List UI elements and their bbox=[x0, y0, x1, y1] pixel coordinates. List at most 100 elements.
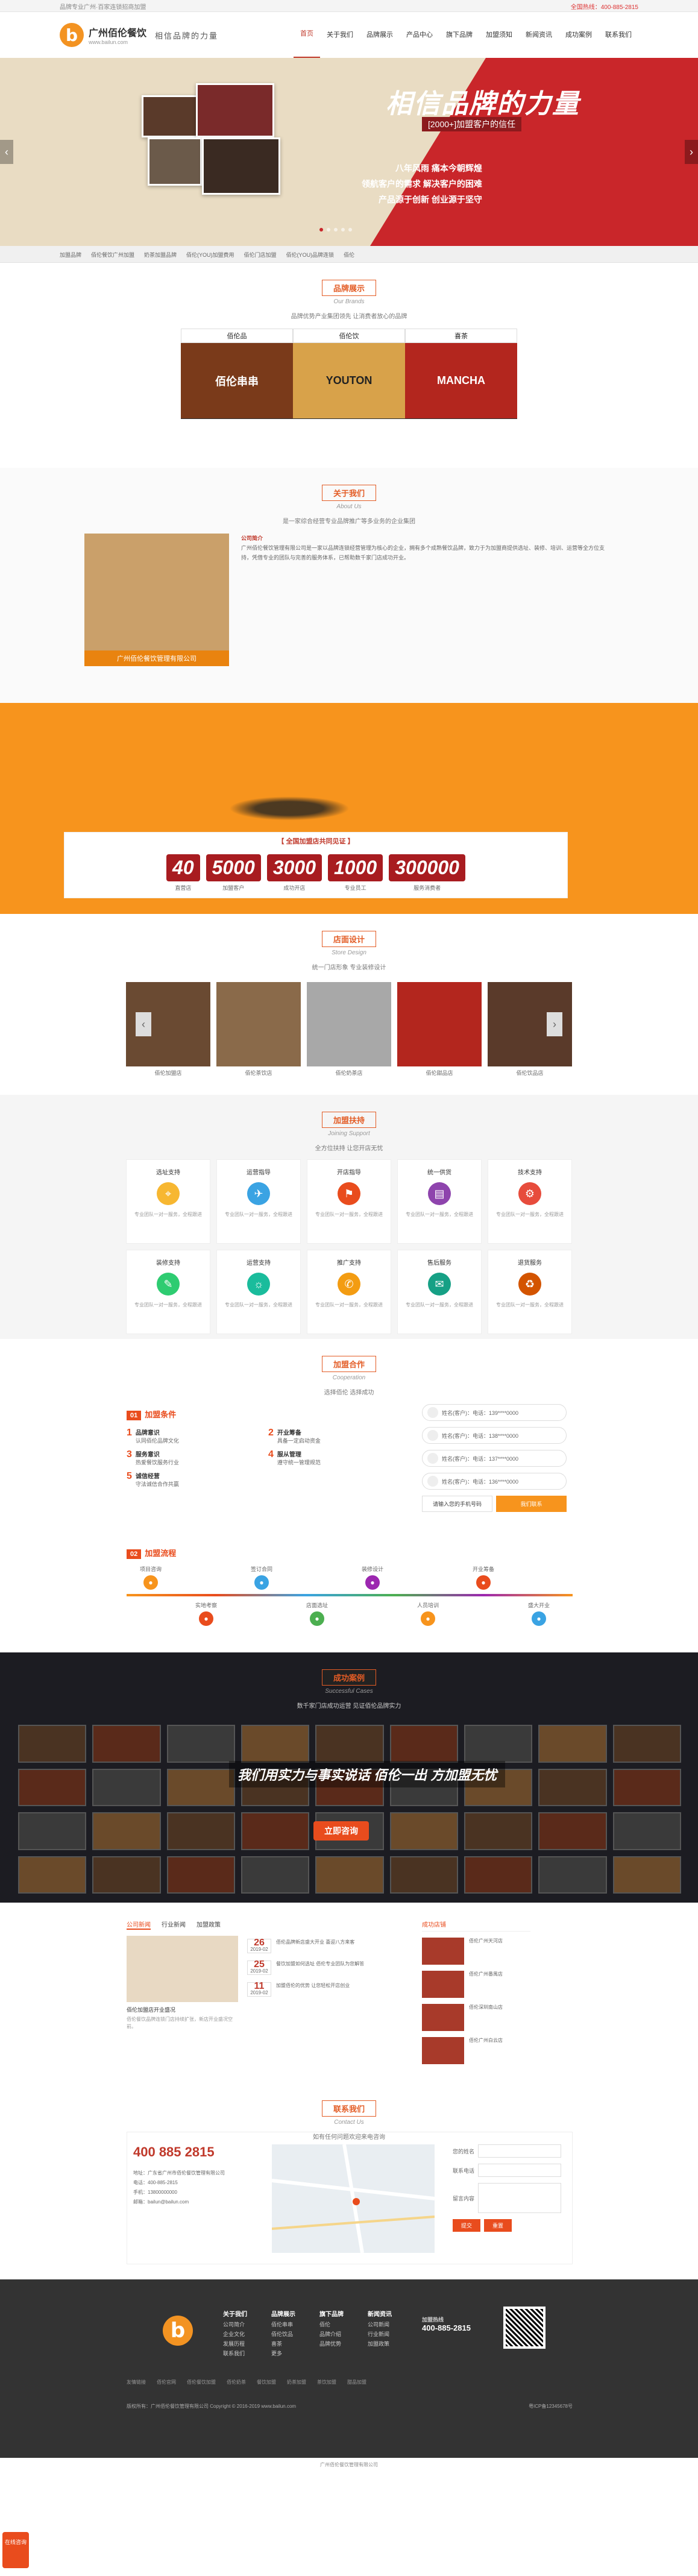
case-photo[interactable] bbox=[389, 1856, 458, 1894]
case-photo[interactable] bbox=[166, 1725, 235, 1763]
friend-link[interactable]: 餐饮加盟 bbox=[257, 2379, 276, 2385]
store-card[interactable]: 佰伦茶饮店 bbox=[216, 982, 301, 1079]
tab-company-news[interactable]: 公司新闻 bbox=[127, 1919, 151, 1930]
footer-link[interactable]: 加盟政策 bbox=[368, 2339, 392, 2349]
case-photo[interactable] bbox=[315, 1856, 384, 1894]
case-photo[interactable] bbox=[166, 1856, 235, 1894]
footer-icp[interactable]: 粤ICP备12345678号 bbox=[529, 2403, 573, 2410]
footer-link[interactable]: 佰伦 bbox=[319, 2320, 344, 2329]
store-card[interactable]: 佰伦甜品店 bbox=[397, 982, 482, 1079]
tab-policy[interactable]: 加盟政策 bbox=[197, 1919, 221, 1930]
case-photo[interactable] bbox=[464, 1812, 533, 1850]
support-card[interactable]: 售后服务 ✉ 专业团队一对一服务，全程跟进 bbox=[397, 1250, 482, 1334]
case-photo[interactable] bbox=[538, 1812, 607, 1850]
nav-brands[interactable]: 品牌展示 bbox=[360, 12, 400, 58]
phone-input[interactable]: 请输入您的手机号码 bbox=[422, 1496, 492, 1512]
crumb-link[interactable]: 佰伦(YOU)品牌连锁 bbox=[286, 251, 335, 259]
crumb-link[interactable]: 佰伦(YOU)加盟费用 bbox=[186, 251, 234, 259]
footer-link[interactable]: 联系我们 bbox=[223, 2349, 247, 2358]
friend-link[interactable]: 佰伦官网 bbox=[157, 2379, 176, 2385]
nav-home[interactable]: 首页 bbox=[294, 12, 320, 58]
support-card[interactable]: 装修支持 ✎ 专业团队一对一服务，全程跟进 bbox=[126, 1250, 210, 1334]
case-photo[interactable] bbox=[612, 1768, 681, 1806]
friend-link[interactable]: 甜品加盟 bbox=[347, 2379, 366, 2385]
nav-contact[interactable]: 联系我们 bbox=[599, 12, 638, 58]
support-card[interactable]: 开店指导 ⚑ 专业团队一对一服务，全程跟进 bbox=[307, 1159, 391, 1244]
case-photo[interactable] bbox=[464, 1725, 533, 1763]
nav-about[interactable]: 关于我们 bbox=[320, 12, 360, 58]
nav-sub-brands[interactable]: 旗下品牌 bbox=[439, 12, 479, 58]
consult-button[interactable]: 立即咨询 bbox=[313, 1821, 369, 1841]
phone-input[interactable] bbox=[478, 2164, 561, 2177]
footer-link[interactable]: 公司新闻 bbox=[368, 2320, 392, 2329]
news-item[interactable]: 25 2019-02 餐饮加盟如何选址 佰伦专业团队为您解答 bbox=[247, 1960, 410, 1975]
case-photo[interactable] bbox=[241, 1812, 310, 1850]
reset-button[interactable]: 重置 bbox=[484, 2219, 512, 2232]
crumb-link[interactable]: 佰伦餐饮广州加盟 bbox=[91, 251, 134, 259]
nav-news[interactable]: 新闻资讯 bbox=[519, 12, 559, 58]
footer-link[interactable]: 品牌介绍 bbox=[319, 2329, 344, 2339]
banner-prev-arrow-icon[interactable]: ‹ bbox=[0, 140, 13, 164]
case-photo[interactable] bbox=[538, 1725, 607, 1763]
success-store-item[interactable]: 佰伦广州天河店 bbox=[422, 1938, 530, 1965]
footer-link[interactable]: 佰伦饮品 bbox=[271, 2329, 295, 2339]
crumb-link[interactable]: 佰伦门店加盟 bbox=[244, 251, 277, 259]
support-card[interactable]: 运营指导 ✈ 专业团队一对一服务，全程跟进 bbox=[216, 1159, 301, 1244]
brand-card[interactable]: 佰伦品 佰伦串串 bbox=[181, 329, 293, 419]
crumb-link[interactable]: 奶茶加盟品牌 bbox=[144, 251, 177, 259]
footer-link[interactable]: 行业新闻 bbox=[368, 2329, 392, 2339]
store-card[interactable]: 佰伦奶茶店 bbox=[307, 982, 391, 1079]
friend-link[interactable]: 佰伦餐饮加盟 bbox=[187, 2379, 216, 2385]
case-photo[interactable] bbox=[538, 1768, 607, 1806]
case-photo[interactable] bbox=[92, 1856, 161, 1894]
crumb-link[interactable]: 加盟品牌 bbox=[60, 251, 81, 259]
success-store-item[interactable]: 佰伦广州白云店 bbox=[422, 2037, 530, 2064]
case-photo[interactable] bbox=[92, 1768, 161, 1806]
message-input[interactable] bbox=[478, 2183, 561, 2213]
banner-dot[interactable] bbox=[348, 228, 352, 231]
footer-link[interactable]: 企业文化 bbox=[223, 2329, 247, 2339]
footer-link[interactable]: 公司简介 bbox=[223, 2320, 247, 2329]
online-consult-button[interactable]: 在线咨询 bbox=[2, 2532, 29, 2568]
friend-link[interactable]: 奶茶加盟 bbox=[287, 2379, 306, 2385]
case-photo[interactable] bbox=[241, 1725, 310, 1763]
logo[interactable]: b 广州佰伦餐饮 www.bailun.com bbox=[60, 23, 146, 47]
brand-card[interactable]: 喜茶 MANCHA bbox=[405, 329, 517, 419]
tab-industry-news[interactable]: 行业新闻 bbox=[162, 1919, 186, 1930]
friend-link[interactable]: 佰伦奶茶 bbox=[227, 2379, 246, 2385]
banner-dot[interactable] bbox=[319, 228, 323, 231]
stores-prev-arrow-icon[interactable]: ‹ bbox=[136, 1012, 151, 1036]
case-photo[interactable] bbox=[612, 1856, 681, 1894]
success-store-item[interactable]: 佰伦深圳南山店 bbox=[422, 2004, 530, 2031]
case-photo[interactable] bbox=[92, 1725, 161, 1763]
news-feature[interactable]: 佰伦加盟店开业盛况 佰伦餐饮品牌连锁门店持续扩张，新店开业盛况空前。 bbox=[127, 1936, 238, 2030]
case-photo[interactable] bbox=[538, 1856, 607, 1894]
stores-next-arrow-icon[interactable]: › bbox=[547, 1012, 562, 1036]
case-photo[interactable] bbox=[166, 1768, 235, 1806]
case-photo[interactable] bbox=[18, 1856, 87, 1894]
case-photo[interactable] bbox=[389, 1812, 458, 1850]
nav-join[interactable]: 加盟须知 bbox=[479, 12, 519, 58]
success-store-item[interactable]: 佰伦广州番禺店 bbox=[422, 1971, 530, 1998]
case-photo[interactable] bbox=[92, 1812, 161, 1850]
support-card[interactable]: 推广支持 ✆ 专业团队一对一服务，全程跟进 bbox=[307, 1250, 391, 1334]
support-card[interactable]: 技术支持 ⚙ 专业团队一对一服务，全程跟进 bbox=[488, 1159, 572, 1244]
location-map[interactable] bbox=[271, 2144, 435, 2253]
banner-dot[interactable] bbox=[334, 228, 338, 231]
banner-next-arrow-icon[interactable]: › bbox=[685, 140, 698, 164]
case-photo[interactable] bbox=[18, 1768, 87, 1806]
case-photo[interactable] bbox=[612, 1812, 681, 1850]
nav-cases[interactable]: 成功案例 bbox=[559, 12, 599, 58]
crumb-link[interactable]: 佰伦 bbox=[344, 251, 354, 259]
support-card[interactable]: 选址支持 ⌖ 专业团队一对一服务，全程跟进 bbox=[126, 1159, 210, 1244]
nav-products[interactable]: 产品中心 bbox=[400, 12, 439, 58]
contact-submit-button[interactable]: 我们联系 bbox=[496, 1496, 567, 1512]
support-card[interactable]: 退货服务 ♻ 专业团队一对一服务，全程跟进 bbox=[488, 1250, 572, 1334]
brand-card[interactable]: 佰伦饮 YOUTON bbox=[293, 329, 405, 419]
support-card[interactable]: 统一供货 ▤ 专业团队一对一服务，全程跟进 bbox=[397, 1159, 482, 1244]
case-photo[interactable] bbox=[464, 1856, 533, 1894]
case-photo[interactable] bbox=[18, 1725, 87, 1763]
friend-link[interactable]: 茶饮加盟 bbox=[317, 2379, 336, 2385]
case-photo[interactable] bbox=[612, 1725, 681, 1763]
support-card[interactable]: 运营支持 ☼ 专业团队一对一服务，全程跟进 bbox=[216, 1250, 301, 1334]
